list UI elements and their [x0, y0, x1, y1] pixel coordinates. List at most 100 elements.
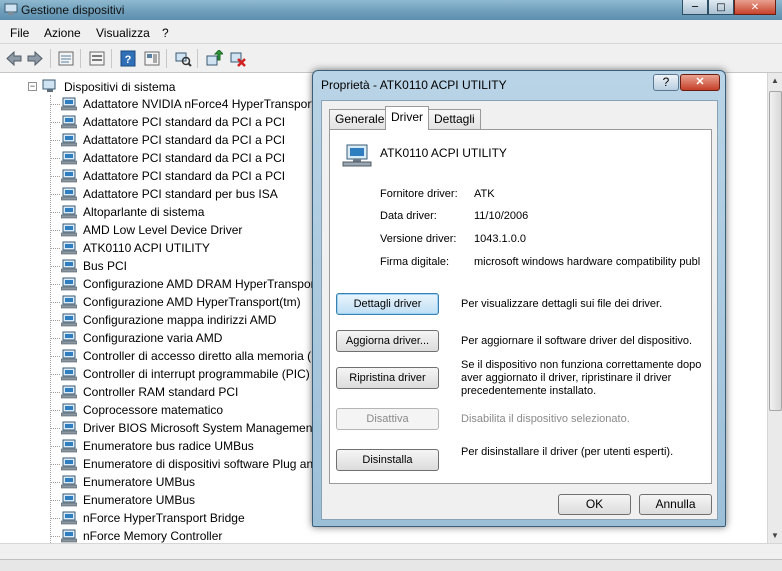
tree-connector	[50, 500, 60, 501]
tree-item-label: AMD Low Level Device Driver	[83, 223, 243, 237]
menu-visualizza[interactable]: Visualizza	[96, 26, 150, 40]
driver-details-button[interactable]: Dettagli driver	[336, 293, 439, 315]
tab-dettagli[interactable]: Dettagli	[428, 109, 481, 129]
tree-connector	[50, 518, 60, 519]
system-device-icon	[61, 115, 77, 129]
tree-connector	[50, 338, 60, 339]
tree-item-label: Enumeratore UMBus	[83, 493, 196, 507]
uninstall-button[interactable]: Disinstalla	[336, 449, 439, 471]
system-device-icon	[61, 457, 77, 471]
toolbar-separator	[111, 49, 112, 68]
disable-device-button[interactable]: Disattiva	[336, 408, 439, 430]
driver-date-value: 11/10/2006	[474, 210, 529, 222]
tree-connector	[50, 140, 60, 141]
status-bar	[0, 559, 782, 571]
back-icon[interactable]	[5, 50, 23, 67]
toolbar-separator	[166, 49, 167, 68]
toolbar-separator	[197, 49, 198, 68]
driver-version-label: Versione driver:	[380, 233, 457, 245]
tree-item-label: Adattatore PCI standard per bus ISA	[83, 187, 278, 201]
tab-generale[interactable]: Generale	[329, 109, 391, 129]
tree-item-label: Enumeratore bus radice UMBus	[83, 439, 254, 453]
cancel-button[interactable]: Annulla	[639, 494, 712, 515]
system-device-icon	[61, 151, 77, 165]
driver-provider-value: ATK	[474, 188, 495, 200]
forward-icon[interactable]	[26, 50, 44, 67]
tree-connector	[50, 464, 60, 465]
tree-item-label: Driver BIOS Microsoft System Management	[83, 421, 316, 435]
uninstall-icon[interactable]	[229, 50, 247, 67]
tree-connector	[50, 536, 60, 537]
menu-azione[interactable]: Azione	[44, 26, 81, 40]
ok-button[interactable]: OK	[558, 494, 631, 515]
system-device-icon	[61, 295, 77, 309]
tree-connector	[50, 230, 60, 231]
tree-item-label: Enumeratore di dispositivi software Plug…	[83, 457, 347, 471]
view-icon[interactable]	[143, 50, 161, 67]
device-name: ATK0110 ACPI UTILITY	[380, 146, 507, 160]
scan-hardware-icon[interactable]	[174, 50, 192, 67]
menu-help[interactable]: ?	[162, 26, 169, 40]
properties-dialog: Proprietà - ATK0110 ACPI UTILITY ? ✕ Gen…	[312, 70, 726, 527]
properties-icon[interactable]	[57, 50, 75, 67]
tree-connector	[50, 122, 60, 123]
system-device-icon	[61, 385, 77, 399]
tree-item-label: nForce Memory Controller	[83, 529, 223, 543]
rollback-driver-button[interactable]: Ripristina driver	[336, 367, 439, 389]
toolbar: ?	[0, 44, 782, 73]
driver-provider-label: Fornitore driver:	[380, 188, 458, 200]
update-driver-button[interactable]: Aggiorna driver...	[336, 330, 439, 352]
minimize-button[interactable]: ─	[682, 0, 708, 15]
tree-connector	[50, 104, 60, 105]
tree-connector	[50, 356, 60, 357]
tree-connector	[50, 212, 60, 213]
tree-item-label: Configurazione mappa indirizzi AMD	[83, 313, 277, 327]
system-device-icon	[61, 241, 77, 255]
tab-driver[interactable]: Driver	[385, 106, 429, 130]
device-manager-icon	[4, 3, 18, 15]
update-driver-icon[interactable]	[205, 50, 223, 67]
tree-item-label: Controller RAM standard PCI	[83, 385, 239, 399]
close-button[interactable]: ✕	[734, 0, 776, 15]
window-title: Gestione dispositivi	[21, 3, 125, 17]
tree-item-label: Adattatore PCI standard da PCI a PCI	[83, 151, 286, 165]
horizontal-scrollbar[interactable]	[0, 543, 782, 559]
tree-connector	[50, 194, 60, 195]
menu-bar: File Azione Visualizza ?	[0, 20, 782, 44]
system-device-icon	[61, 97, 77, 111]
tree-connector	[50, 374, 60, 375]
window-title-bar[interactable]: Gestione dispositivi ─ □ ✕	[0, 0, 782, 20]
tree-item-label: Adattatore PCI standard da PCI a PCI	[83, 133, 286, 147]
toolbar-separator	[80, 49, 81, 68]
driver-tab-panel: ATK0110 ACPI UTILITY Fornitore driver: A…	[329, 129, 712, 484]
svg-text:?: ?	[125, 54, 132, 66]
menu-file[interactable]: File	[10, 26, 29, 40]
tree-connector	[50, 428, 60, 429]
driver-details-description: Per visualizzare dettagli sui file dei d…	[461, 298, 663, 310]
scrollbar-thumb[interactable]	[769, 91, 782, 411]
help-icon[interactable]: ?	[119, 50, 137, 67]
update-driver-description: Per aggiornare il software driver del di…	[461, 335, 693, 347]
vertical-scrollbar[interactable]: ▲ ▼	[767, 73, 782, 543]
system-device-icon	[61, 529, 77, 543]
tree-item-label: ATK0110 ACPI UTILITY	[83, 241, 210, 255]
dialog-close-button[interactable]: ✕	[680, 74, 720, 91]
driver-version-value: 1043.1.0.0	[474, 233, 526, 245]
rollback-driver-description: Se il dispositivo non funziona correttam…	[461, 359, 702, 397]
maximize-button[interactable]: □	[708, 0, 734, 15]
system-device-icon	[61, 331, 77, 345]
scroll-up-icon[interactable]: ▲	[771, 76, 779, 85]
uninstall-description: Per disinstallare il driver (per utenti …	[461, 446, 674, 458]
digital-signature-value: microsoft windows hardware compatibility…	[474, 256, 700, 268]
dialog-help-button[interactable]: ?	[653, 74, 679, 91]
system-device-icon	[61, 169, 77, 183]
tree-item-label: Configurazione AMD DRAM HyperTransport	[83, 277, 318, 291]
list-icon[interactable]	[88, 50, 106, 67]
tree-connector	[50, 320, 60, 321]
system-device-icon	[61, 367, 77, 381]
scroll-down-icon[interactable]: ▼	[771, 531, 779, 540]
collapse-toggle[interactable]: −	[28, 82, 37, 91]
system-device-icon	[61, 133, 77, 147]
digital-signature-label: Firma digitale:	[380, 256, 450, 268]
tree-item-label: Adattatore PCI standard da PCI a PCI	[83, 169, 286, 183]
